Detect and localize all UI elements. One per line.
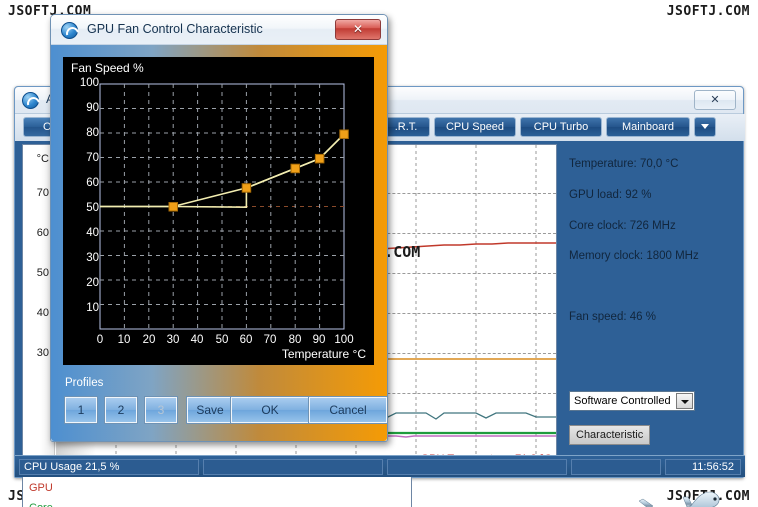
profiles-label: Profiles	[65, 377, 104, 389]
fan-mode-dropdown-button[interactable]	[676, 393, 693, 409]
dialog-close-button[interactable]: ✕	[335, 19, 381, 40]
tab-cpu-turbo[interactable]: CPU Turbo	[520, 117, 602, 137]
legend-item-gpu: GPU	[29, 482, 53, 494]
status-bar: CPU Usage 21,5 % 11:56:52	[15, 455, 745, 477]
y-axis-unit: °C	[36, 153, 49, 165]
readout-fan-speed: Fan speed: 46 %	[569, 311, 656, 323]
readout-temperature: Temperature: 70,0 °C	[569, 158, 679, 170]
ok-button[interactable]: OK	[230, 396, 310, 424]
chevron-down-icon	[701, 123, 709, 129]
dialog-body: Fan Speed % Temperature °C 100 90 80 70 …	[51, 45, 388, 441]
dialog-titlebar: GPU Fan Control Characteristic ✕	[51, 15, 387, 45]
dialog-title: GPU Fan Control Characteristic	[87, 22, 263, 36]
watermark-top-right: JSOFTJ.COM	[666, 4, 750, 19]
gecko-logo-icon	[638, 491, 720, 507]
screen: JSOFTJ.COM JSOFTJ.COM JSOFTJ.COM JSOFTJ.…	[0, 0, 758, 507]
legend-item-core: Core	[29, 502, 53, 507]
y-tick-30: 30	[36, 347, 49, 359]
y-tick-60: 60	[36, 227, 49, 239]
profile-1-button[interactable]: 1	[64, 396, 98, 424]
chart-plot-svg	[99, 83, 349, 330]
y-tick-70: 70	[36, 187, 49, 199]
readout-core-clock: Core clock: 726 MHz	[569, 220, 676, 232]
gpu-name-label: NVIDIA GeForce GTX 460	[425, 485, 560, 497]
readout-memory-clock: Memory clock: 1800 MHz	[569, 250, 699, 262]
characteristic-button[interactable]: Characteristic	[569, 425, 651, 445]
y-tick-40: 40	[36, 307, 49, 319]
chevron-down-icon	[681, 400, 689, 404]
fan-mode-select[interactable]: Software Controlled	[569, 391, 695, 411]
status-cell-2	[203, 459, 383, 475]
profile-2-button[interactable]: 2	[104, 396, 138, 424]
y-tick-50: 50	[36, 267, 49, 279]
fan-characteristic-chart[interactable]: Fan Speed % Temperature °C 100 90 80 70 …	[63, 57, 374, 365]
save-button[interactable]: Save	[186, 396, 234, 424]
legend-panel: GPU Core Memory clock 1800 MHz GPU load …	[22, 475, 412, 507]
profile-3-button[interactable]: 3	[144, 396, 178, 424]
readout-gpu-load: GPU load: 92 %	[569, 189, 652, 201]
fan-mode-selected-value: Software Controlled	[574, 395, 671, 407]
main-window-close-button[interactable]: ✕	[694, 90, 736, 110]
app-globe-icon	[61, 22, 78, 39]
cancel-button[interactable]: Cancel	[308, 396, 388, 424]
tab-cpu-speed[interactable]: CPU Speed	[434, 117, 516, 137]
tab-smart[interactable]: .R.T.	[382, 117, 430, 137]
status-cell-3	[387, 459, 567, 475]
gpu-readout-panel: Temperature: 70,0 °C GPU load: 92 % Core…	[563, 144, 738, 469]
gpu-fan-control-dialog: GPU Fan Control Characteristic ✕ Fan Spe…	[50, 14, 388, 442]
tab-overflow-button[interactable]	[694, 117, 716, 137]
tab-mainboard[interactable]: Mainboard	[606, 117, 690, 137]
status-cell-4	[571, 459, 661, 475]
status-cpu-usage: CPU Usage 21,5 %	[19, 459, 199, 475]
status-clock: 11:56:52	[665, 459, 741, 475]
app-globe-icon	[22, 92, 39, 109]
